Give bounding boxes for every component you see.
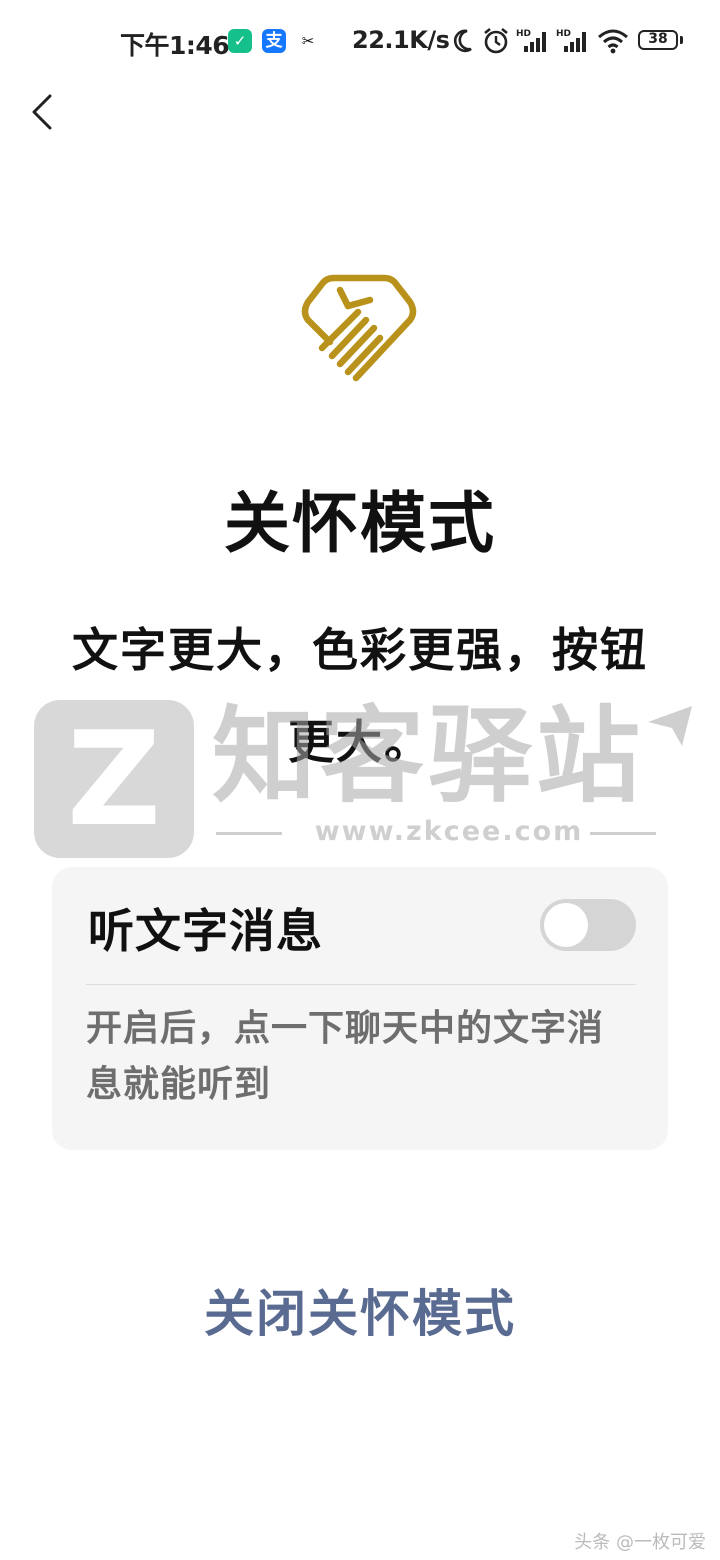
battery-level: 38	[648, 31, 668, 47]
divider	[86, 984, 636, 985]
alipay-icon: 支	[262, 29, 286, 53]
listen-text-setting-card: 听文字消息 开启后，点一下聊天中的文字消息就能听到	[52, 867, 668, 1150]
chevron-left-icon	[32, 94, 52, 130]
watermark-url: www.zkcee.com	[314, 816, 584, 847]
capcut-icon: ✂	[296, 29, 320, 53]
status-time: 下午1:46	[120, 31, 230, 60]
moon-icon	[453, 29, 472, 53]
signal-hd-icon: HD	[516, 29, 546, 52]
setting-description: 开启后，点一下聊天中的文字消息就能听到	[86, 1008, 605, 1105]
close-care-mode-button[interactable]: 关闭关怀模式	[0, 1274, 720, 1346]
wifi-icon	[598, 29, 628, 54]
setting-label: 听文字消息	[88, 904, 323, 958]
care-heart-icon	[301, 274, 417, 382]
listen-text-toggle[interactable]	[540, 899, 636, 951]
svg-text:HD: HD	[516, 29, 531, 39]
back-button[interactable]	[18, 84, 66, 140]
battery-tip	[680, 36, 683, 44]
network-speed: 22.1K/s	[352, 26, 450, 54]
page-title: 关怀模式	[224, 485, 496, 562]
svg-text:HD: HD	[556, 29, 571, 39]
watermark-line-left	[216, 832, 282, 835]
shield-icon: ✓	[228, 29, 252, 53]
battery-icon: 38	[638, 30, 678, 50]
alarm-icon	[484, 27, 508, 54]
page-subtitle: 文字更大，色彩更强，按钮更大。	[72, 623, 648, 769]
toggle-knob	[544, 903, 588, 947]
source-credit: 头条 @一枚可爱	[574, 1532, 706, 1553]
watermark-line-right	[590, 832, 656, 835]
signal-hd-icon: HD	[556, 29, 586, 52]
status-bar: 下午1:46 ✓ 支 ✂ 22.1K/s HD HD 38	[0, 24, 720, 60]
